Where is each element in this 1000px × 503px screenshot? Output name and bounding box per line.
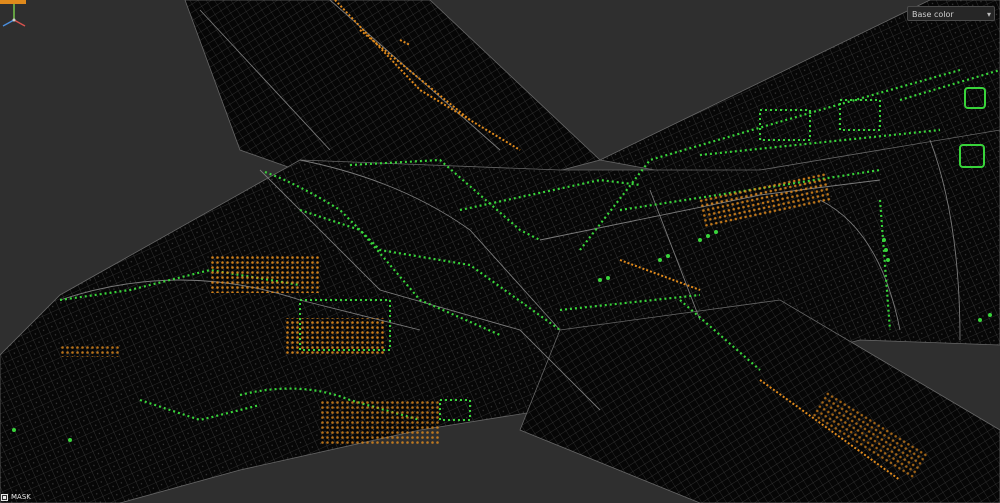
channel-dropdown-value: Base color <box>912 10 954 19</box>
mask-mode-label[interactable]: MASK <box>1 492 31 502</box>
axis-gizmo-icon[interactable] <box>0 0 28 30</box>
chevron-down-icon[interactable]: ▾ <box>987 7 991 22</box>
mask-icon <box>1 493 8 501</box>
3d-viewport[interactable]: Base color ▾ MASK <box>0 0 1000 503</box>
channel-dropdown[interactable]: Base color ▾ <box>907 6 995 21</box>
mask-label-text: MASK <box>11 493 31 501</box>
aircraft-mesh-render <box>0 0 1000 503</box>
